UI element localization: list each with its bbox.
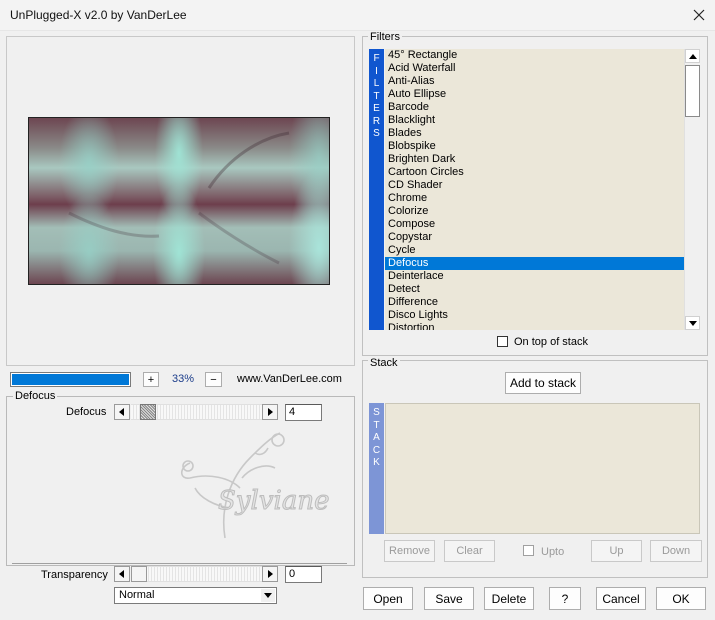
zoom-in-button[interactable]: + [143,372,159,387]
chevron-down-icon [688,320,697,326]
watermark-text: Sylviane [217,486,330,517]
filter-list-item[interactable]: Detect [385,283,685,296]
defocus-param-label: Defocus [66,406,107,418]
dropdown-button[interactable] [261,589,275,602]
side-label-letter: F [373,53,380,64]
filter-list-item[interactable]: Acid Waterfall [385,62,685,75]
on-top-checkbox[interactable] [497,336,508,347]
transparency-value-field[interactable]: 0 [285,566,322,583]
side-label-letter: C [372,444,381,456]
filter-list-item[interactable]: Chrome [385,192,685,205]
website-link[interactable]: www.VanDerLee.com [237,373,342,385]
filter-list-item[interactable]: Copystar [385,231,685,244]
watermark-graphic: Sylviane [170,428,330,548]
close-icon [693,9,705,21]
stack-group-label: Stack [368,357,400,369]
chevron-right-icon [268,570,273,578]
filter-list-item[interactable]: Compose [385,218,685,231]
chevron-down-icon [264,593,272,598]
filter-list-item[interactable]: Cycle [385,244,685,257]
defocus-value-field[interactable]: 4 [285,404,322,421]
preview-image [28,117,330,285]
filters-side-bar: FILTERS [369,49,384,330]
progress-fill [12,374,129,385]
ok-button[interactable]: OK [656,587,706,610]
defocus-slider-thumb[interactable] [140,404,156,420]
filter-list-item[interactable]: Blobspike [385,140,685,153]
filter-list-item[interactable]: Defocus [385,257,685,270]
side-label-letter: S [373,407,380,418]
chevron-right-icon [268,408,273,416]
upto-label: Upto [541,546,565,558]
filter-list-item[interactable]: Distortion [385,322,685,330]
up-button[interactable]: Up [591,540,642,562]
blend-mode-select[interactable]: Normal [114,587,277,604]
delete-button[interactable]: Delete [484,587,534,610]
filter-list-item[interactable]: Barcode [385,101,685,114]
filters-scrollbar[interactable] [684,49,700,330]
defocus-value: 4 [289,406,296,418]
side-label-letter: A [373,432,380,443]
divider-line [12,563,347,564]
filter-list-item[interactable]: Brighten Dark [385,153,685,166]
scroll-down-button[interactable] [685,316,700,330]
blend-mode-value: Normal [119,589,155,601]
close-button[interactable] [686,2,712,28]
upto-checkbox[interactable] [523,545,534,556]
stack-list[interactable] [385,403,700,534]
side-label-letter: L [373,78,380,89]
defocus-increase-button[interactable] [262,404,278,420]
defocus-group-label: Defocus [13,390,58,402]
zoom-out-button[interactable]: − [205,372,222,387]
cancel-button[interactable]: Cancel [596,587,646,610]
progress-bar [10,372,131,387]
transparency-slider-track[interactable] [131,566,262,582]
filter-list-item[interactable]: CD Shader [385,179,685,192]
scroll-up-button[interactable] [685,49,700,63]
plus-icon: + [147,373,155,386]
filter-list-item[interactable]: 45° Rectangle [385,49,685,62]
side-label-letter: T [373,90,380,102]
minus-icon: − [210,373,217,386]
preview-swirl [68,131,290,265]
defocus-decrease-button[interactable] [114,404,130,420]
filter-list-item[interactable]: Disco Lights [385,309,685,322]
zoom-level: 33% [172,373,195,385]
transparency-value: 0 [289,568,296,580]
filter-list-item[interactable]: Deinterlace [385,270,685,283]
filter-list-item[interactable]: Blacklight [385,114,685,127]
clear-button[interactable]: Clear [444,540,495,562]
filters-group-label: Filters [368,31,402,43]
window-title: UnPlugged-X v2.0 by VanDerLee [10,8,187,22]
filters-list[interactable]: 45° Rectangle Acid Waterfall Anti-Alias Aut… [385,49,685,330]
side-label-letter: S [373,128,380,139]
stack-side-bar: STACK [369,403,384,534]
filter-list-item[interactable]: Auto Ellipse [385,88,685,101]
scroll-thumb[interactable] [685,65,700,117]
save-button[interactable]: Save [424,587,474,610]
help-button[interactable]: ? [549,587,581,610]
transparency-decrease-button[interactable] [114,566,130,582]
transparency-increase-button[interactable] [262,566,278,582]
add-to-stack-button[interactable]: Add to stack [505,372,581,394]
filter-list-item[interactable]: Cartoon Circles [385,166,685,179]
filter-list-item[interactable]: Colorize [385,205,685,218]
chevron-up-icon [688,53,697,59]
side-label-letter: T [373,419,380,431]
filter-list-item[interactable]: Blades [385,127,685,140]
chevron-left-icon [119,570,124,578]
transparency-slider-thumb[interactable] [131,566,147,582]
side-label-letter: I [375,65,378,77]
side-label-letter: R [372,115,381,127]
down-button[interactable]: Down [650,540,702,562]
filter-list-item[interactable]: Difference [385,296,685,309]
filter-list-item[interactable]: Anti-Alias [385,75,685,88]
open-button[interactable]: Open [363,587,413,610]
remove-button[interactable]: Remove [384,540,435,562]
side-label-letter: K [373,457,380,468]
on-top-label: On top of stack [514,336,588,348]
side-label-letter: E [373,103,380,114]
chevron-left-icon [119,408,124,416]
transparency-label: Transparency [41,569,108,581]
